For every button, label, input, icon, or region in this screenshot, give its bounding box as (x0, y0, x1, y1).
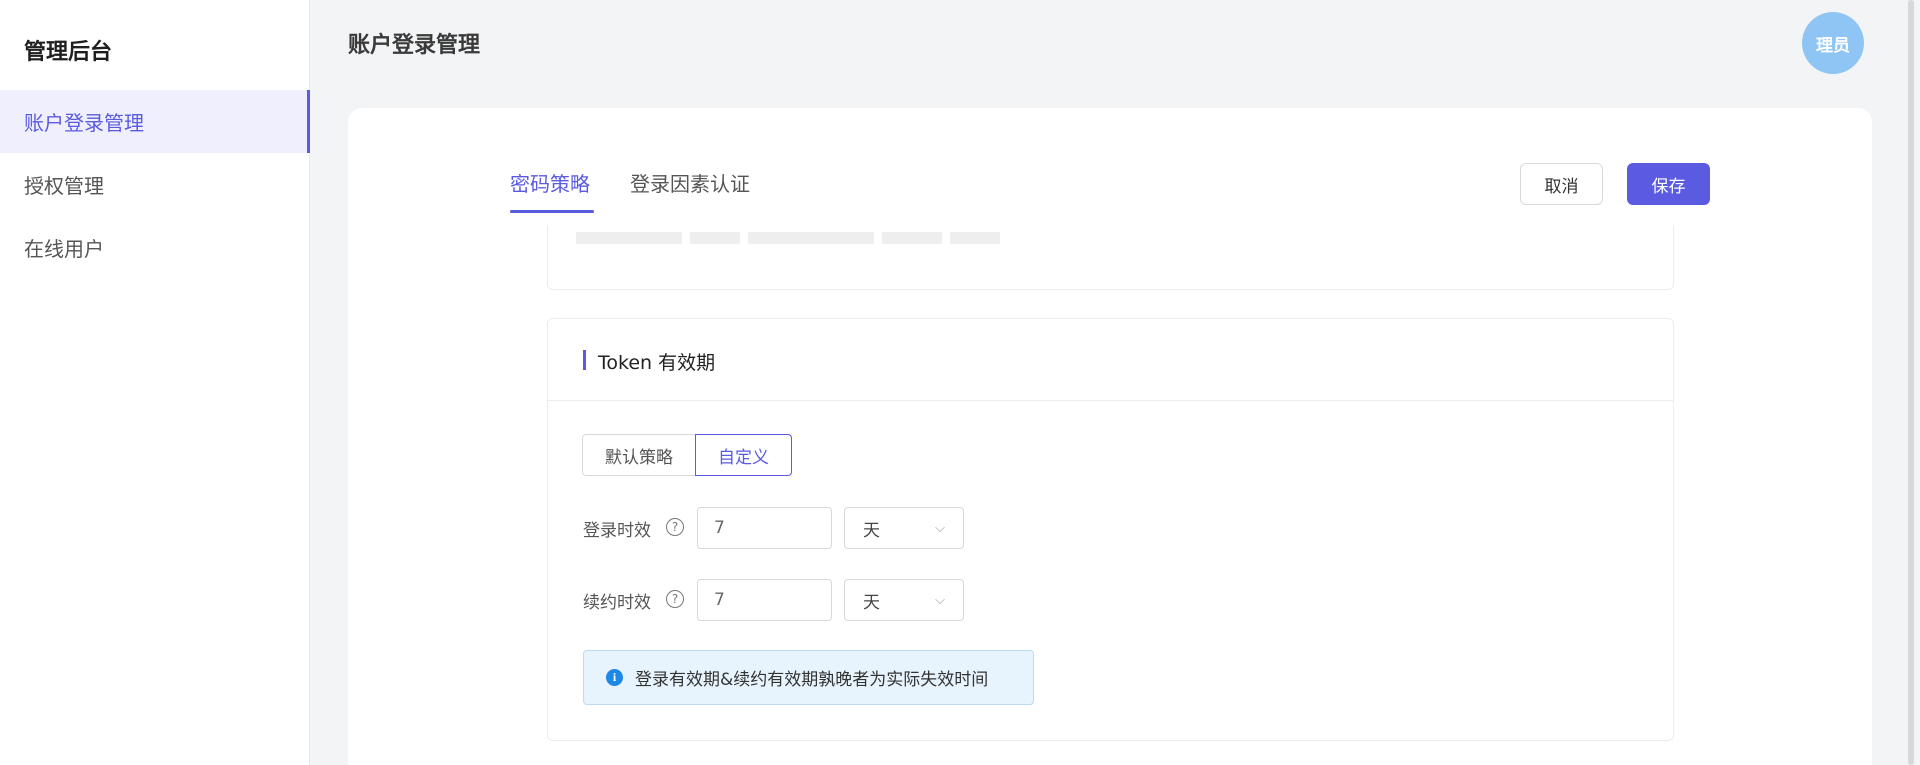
section-title: Token 有效期 (598, 352, 716, 374)
login-duration-input[interactable] (697, 507, 832, 549)
avatar[interactable]: 理员 (1802, 12, 1864, 74)
sidebar: 管理后台 账户登录管理 授权管理 在线用户 (0, 0, 310, 765)
sidebar-item-account-login[interactable]: 账户登录管理 (0, 90, 310, 153)
sidebar-item-online-users[interactable]: 在线用户 (0, 216, 310, 279)
chevron-down-icon: ⌵ (935, 592, 945, 608)
login-duration-label: 登录时效 (583, 521, 651, 541)
renewal-duration-label: 续约时效 (583, 593, 651, 613)
page-title: 账户登录管理 (348, 33, 481, 58)
info-alert: i 登录有效期&续约有效期孰晚者为实际失效时间 (583, 650, 1034, 705)
sidebar-nav: 账户登录管理 授权管理 在线用户 (0, 90, 310, 279)
login-duration-unit-select[interactable]: 天 ⌵ (844, 507, 964, 549)
info-icon: i (606, 669, 623, 686)
brand-title: 管理后台 (24, 40, 113, 65)
strategy-segmented-control: 默认策略 自定义 (582, 434, 792, 476)
selected-unit: 天 (863, 520, 880, 541)
info-text: 登录有效期&续约有效期孰晚者为实际失效时间 (635, 670, 989, 690)
renewal-duration-input[interactable] (697, 579, 832, 621)
renewal-duration-unit-select[interactable]: 天 ⌵ (844, 579, 964, 621)
section-accent-bar (583, 350, 586, 370)
selected-unit: 天 (863, 592, 880, 613)
cancel-button[interactable]: 取消 (1520, 163, 1603, 205)
strategy-option-default[interactable]: 默认策略 (582, 434, 696, 476)
help-icon[interactable]: ? (666, 590, 684, 608)
sidebar-item-authorization[interactable]: 授权管理 (0, 153, 310, 216)
tab-password-policy[interactable]: 密码策略 (510, 168, 590, 197)
chevron-down-icon: ⌵ (935, 520, 945, 536)
page-scrollbar[interactable] (1908, 0, 1914, 765)
tab-active-underline (510, 210, 594, 213)
tab-login-factor-auth[interactable]: 登录因素认证 (630, 168, 750, 197)
section-header: Token 有效期 (548, 319, 1673, 401)
strategy-option-custom[interactable]: 自定义 (695, 434, 792, 476)
faded-content (576, 232, 1000, 244)
help-icon[interactable]: ? (666, 518, 684, 536)
save-button[interactable]: 保存 (1627, 163, 1710, 205)
